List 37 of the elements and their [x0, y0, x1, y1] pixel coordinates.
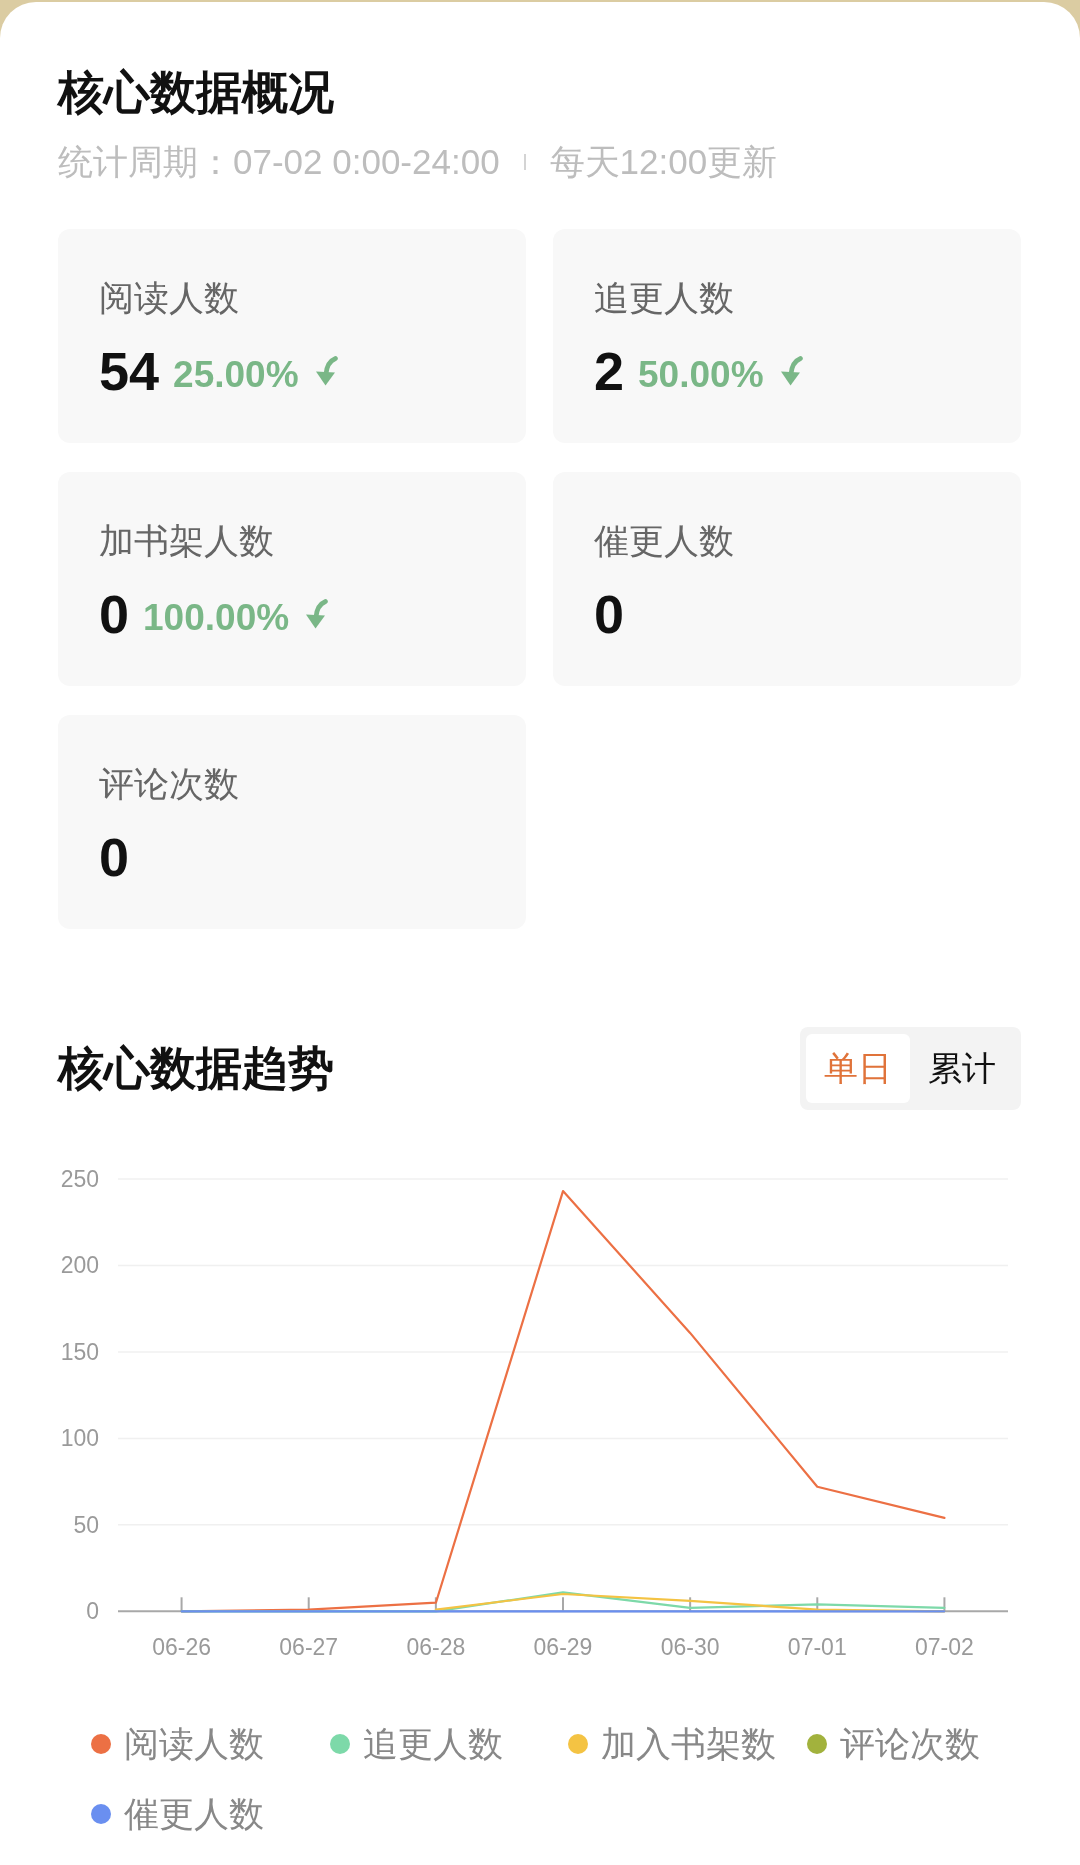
axis-label: 50 [73, 1511, 99, 1538]
axis-label: 06-30 [660, 1634, 720, 1660]
axis-label: 07-01 [787, 1634, 847, 1660]
axis-label: 06-28 [406, 1634, 466, 1660]
axis-label: 250 [60, 1166, 99, 1192]
axis-label: 100 [60, 1425, 99, 1452]
section-title: 核心数据趋势 [58, 1041, 334, 1096]
metric-value: 0 [594, 587, 625, 641]
metric-label: 追更人数 [594, 277, 735, 319]
axis-label: 06-29 [533, 1634, 593, 1660]
metric-value: 0 [99, 830, 130, 884]
axis-label: 06-27 [279, 1634, 339, 1660]
change-percent: 25.00% [173, 355, 299, 395]
section-title: 核心数据概况 [58, 65, 335, 120]
metric-label: 催更人数 [594, 520, 735, 562]
metric-value: 2 [594, 344, 625, 398]
metric-value: 54 [99, 344, 160, 398]
metric-label: 加书架人数 [99, 520, 275, 562]
metric-label: 阅读人数 [99, 277, 240, 319]
change-percent: 50.00% [638, 355, 764, 395]
toggle-option[interactable]: 累计 [910, 1034, 1014, 1103]
axis-label: 07-02 [915, 1634, 974, 1660]
metric-label: 评论次数 [99, 763, 240, 805]
update-note: 每天12:00更新 [549, 142, 778, 182]
change-percent: 100.00% [143, 598, 290, 638]
legend-label[interactable]: 评论次数 [839, 1723, 980, 1765]
period-text: 统计周期：07-02 0:00-24:00 [58, 142, 500, 182]
axis-label: 150 [60, 1338, 99, 1365]
axis-label: 0 [86, 1598, 99, 1625]
axis-label: 200 [60, 1252, 99, 1279]
axis-label: 06-26 [152, 1634, 211, 1660]
legend-label[interactable]: 追更人数 [362, 1723, 503, 1765]
legend-label[interactable]: 加入书架数 [601, 1723, 776, 1765]
legend-label[interactable]: 阅读人数 [124, 1723, 264, 1765]
legend-label[interactable]: 催更人数 [124, 1793, 264, 1835]
metric-value: 0 [99, 587, 130, 641]
toggle-option[interactable]: 单日 [806, 1034, 910, 1103]
